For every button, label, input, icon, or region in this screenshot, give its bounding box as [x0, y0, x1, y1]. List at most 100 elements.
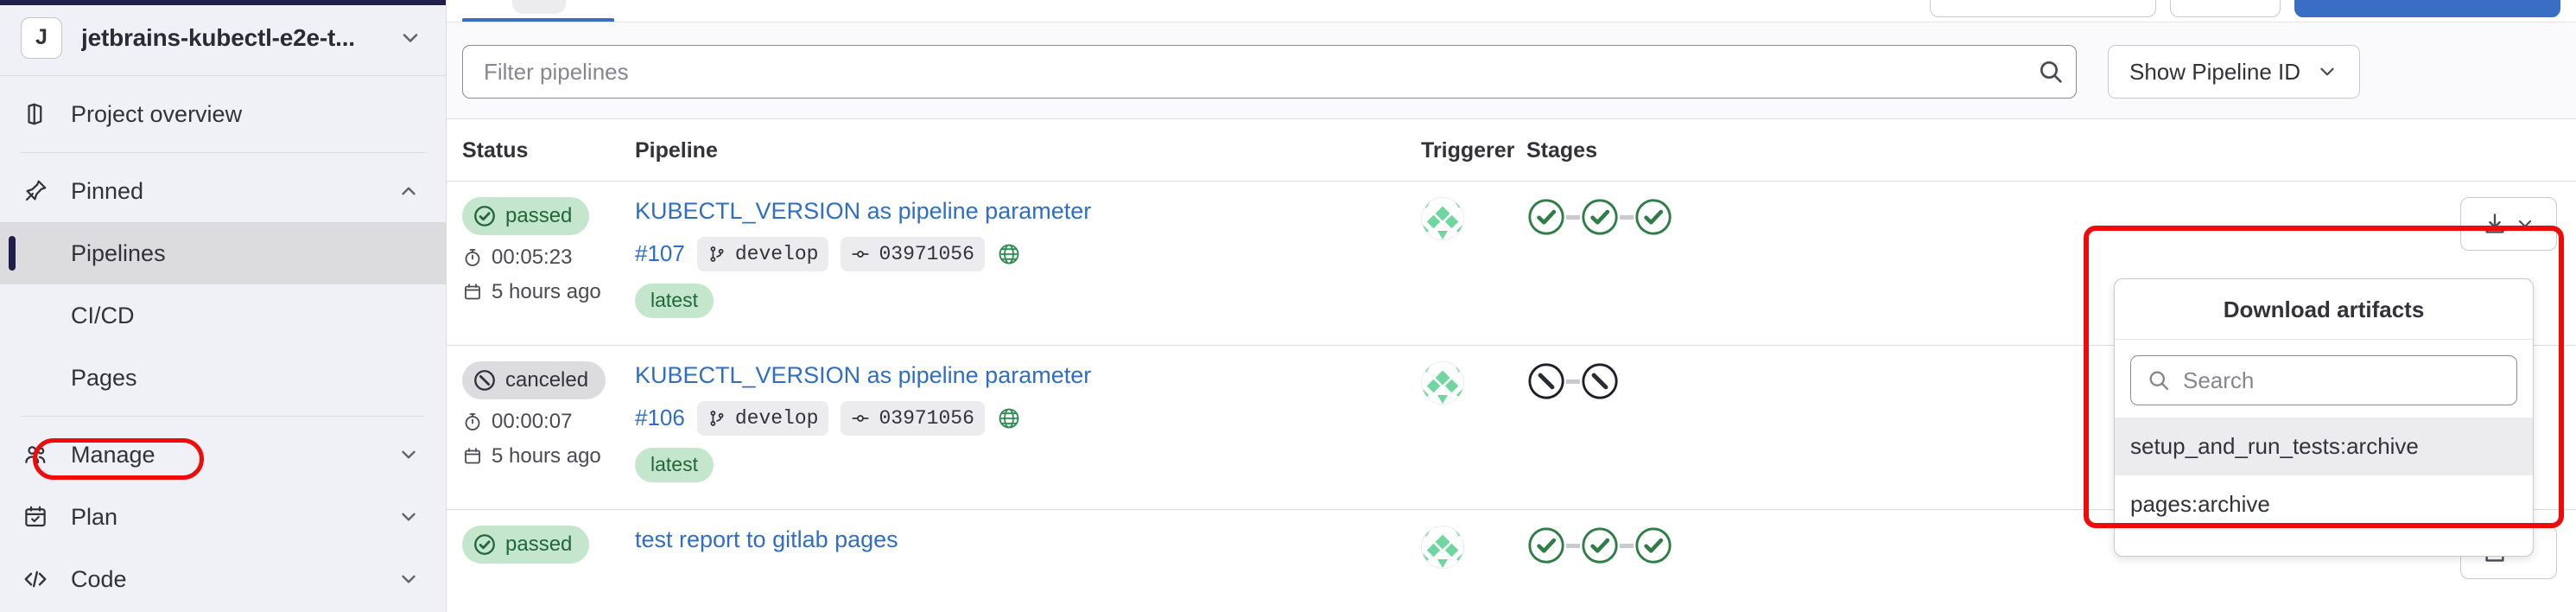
column-header-triggerer: Triggerer	[1421, 137, 1515, 163]
branch-icon	[707, 409, 726, 428]
row-pipeline-cell: test report to gitlab pages	[635, 526, 1421, 612]
row-triggerer-cell	[1421, 526, 1526, 612]
chevron-up-icon[interactable]	[394, 180, 423, 202]
branch-chip[interactable]: develop	[696, 236, 829, 271]
pipeline-id-link[interactable]: #106	[635, 405, 685, 431]
sidebar: J jetbrains-kubectl-e2e-t... Project ove…	[0, 0, 447, 612]
download-artifacts-button[interactable]	[2460, 197, 2557, 251]
overview-icon	[21, 99, 50, 129]
calendar-icon	[462, 446, 483, 467]
chevron-down-icon[interactable]	[396, 26, 425, 50]
chevron-down-icon	[2316, 61, 2338, 83]
status-badge[interactable]: canceled	[462, 361, 606, 399]
latest-tag: latest	[635, 283, 714, 318]
branch-icon	[707, 245, 726, 264]
stage-connector	[1566, 543, 1580, 548]
sidebar-item-pages[interactable]: Pages	[0, 347, 446, 409]
pipeline-title-link[interactable]: KUBECTL_VERSION as pipeline parameter	[635, 361, 1421, 391]
stage-status-success-icon[interactable]	[1526, 526, 1566, 565]
stage-status-success-icon[interactable]	[1580, 197, 1620, 237]
dropdown-search-placeholder: Search	[2183, 367, 2255, 393]
chevron-down-icon[interactable]	[394, 568, 423, 590]
row-triggerer-cell	[1421, 361, 1526, 494]
date-value: 5 hours ago	[492, 280, 601, 303]
row-status-cell: passed	[462, 526, 635, 612]
duration-value: 00:05:23	[492, 245, 573, 269]
stage-connector	[1620, 543, 1634, 548]
calendar-icon	[21, 502, 50, 532]
chevron-down-icon[interactable]	[394, 443, 423, 466]
row-triggerer-cell	[1421, 197, 1526, 329]
pipeline-title-link[interactable]: KUBECTL_VERSION as pipeline parameter	[635, 197, 1421, 226]
row-status-cell: canceled 00:00:07 5 hours ago	[462, 361, 635, 494]
chevron-down-icon[interactable]	[394, 506, 423, 528]
commit-chip[interactable]: 03971056	[841, 400, 985, 436]
sidebar-group-manage[interactable]: Manage	[0, 424, 446, 486]
pin-icon	[21, 176, 50, 206]
duration-value: 00:00:07	[492, 410, 573, 433]
sidebar-item-project-overview[interactable]: Project overview	[0, 83, 446, 145]
sidebar-item-label: Pages	[71, 364, 137, 391]
status-badge[interactable]: passed	[462, 526, 590, 564]
row-status-cell: passed 00:05:23 5 hours ago	[462, 197, 635, 329]
download-artifacts-dropdown: Download artifacts Search setup_and_run_…	[2114, 278, 2534, 557]
header-primary-button[interactable]	[2294, 0, 2560, 17]
download-icon	[2482, 211, 2508, 237]
row-date: 5 hours ago	[462, 280, 635, 304]
stage-status-success-icon[interactable]	[1634, 197, 1673, 237]
chevron-down-icon	[2515, 214, 2535, 234]
show-pipeline-id-dropdown[interactable]: Show Pipeline ID	[2108, 45, 2360, 99]
dropdown-item-setup-and-run-tests-archive[interactable]: setup_and_run_tests:archive	[2115, 418, 2533, 475]
branch-name: develop	[734, 242, 819, 265]
filter-bar: Filter pipelines Show Pipeline ID	[447, 22, 2576, 119]
commit-icon	[851, 409, 870, 428]
row-pipeline-cell: KUBECTL_VERSION as pipeline parameter #1…	[635, 197, 1421, 329]
globe-icon[interactable]	[997, 242, 1021, 266]
stage-status-success-icon[interactable]	[1526, 197, 1566, 237]
table-header-row: Status Pipeline Triggerer Stages	[447, 120, 2576, 181]
globe-icon[interactable]	[997, 406, 1021, 430]
pipeline-meta: #106 develop 03971056	[635, 400, 1421, 436]
search-icon	[2037, 58, 2065, 86]
dropdown-item-pages-archive[interactable]: pages:archive	[2115, 475, 2533, 533]
sidebar-item-label: Manage	[71, 441, 155, 468]
stage-connector	[1620, 214, 1634, 220]
commit-icon	[851, 245, 870, 264]
project-switcher[interactable]: J jetbrains-kubectl-e2e-t...	[0, 0, 446, 76]
status-label: passed	[505, 532, 573, 556]
filter-pipelines-input[interactable]: Filter pipelines	[462, 45, 2026, 99]
commit-sha: 03971056	[879, 242, 974, 265]
stage-status-success-icon[interactable]	[1634, 526, 1673, 565]
sidebar-divider	[21, 152, 425, 153]
stage-status-canceled-icon[interactable]	[1580, 361, 1620, 401]
avatar[interactable]	[1421, 197, 1464, 240]
search-button[interactable]	[2025, 45, 2077, 99]
commit-sha: 03971056	[879, 406, 974, 430]
users-icon	[21, 440, 50, 469]
sidebar-group-code[interactable]: Code	[0, 548, 446, 610]
header-secondary-button-2[interactable]	[2170, 0, 2281, 17]
sidebar-item-label: Pinned	[71, 177, 144, 204]
sidebar-group-plan[interactable]: Plan	[0, 486, 446, 548]
sidebar-item-pipelines[interactable]: Pipelines	[0, 222, 446, 284]
sidebar-group-pinned[interactable]: Pinned	[0, 160, 446, 222]
header-secondary-button-1[interactable]	[1930, 0, 2156, 17]
date-value: 5 hours ago	[492, 444, 601, 468]
stage-status-canceled-icon[interactable]	[1526, 361, 1566, 401]
sidebar-item-label: Project overview	[71, 100, 243, 127]
avatar[interactable]	[1421, 361, 1464, 405]
stage-connector	[1566, 379, 1580, 384]
status-label: canceled	[505, 368, 589, 392]
commit-chip[interactable]: 03971056	[841, 236, 985, 271]
sidebar-nav: Project overview Pinned Pipelines CI/CD …	[0, 76, 446, 612]
dropdown-search-input[interactable]: Search	[2130, 355, 2517, 405]
avatar[interactable]	[1421, 526, 1464, 569]
branch-chip[interactable]: develop	[696, 400, 829, 436]
sidebar-item-cicd[interactable]: CI/CD	[0, 284, 446, 347]
timer-icon	[462, 411, 483, 432]
pipeline-id-link[interactable]: #107	[635, 240, 685, 267]
status-badge[interactable]: passed	[462, 197, 590, 235]
sidebar-top-accent	[0, 0, 446, 5]
pipeline-title-link[interactable]: test report to gitlab pages	[635, 526, 1421, 555]
stage-status-success-icon[interactable]	[1580, 526, 1620, 565]
